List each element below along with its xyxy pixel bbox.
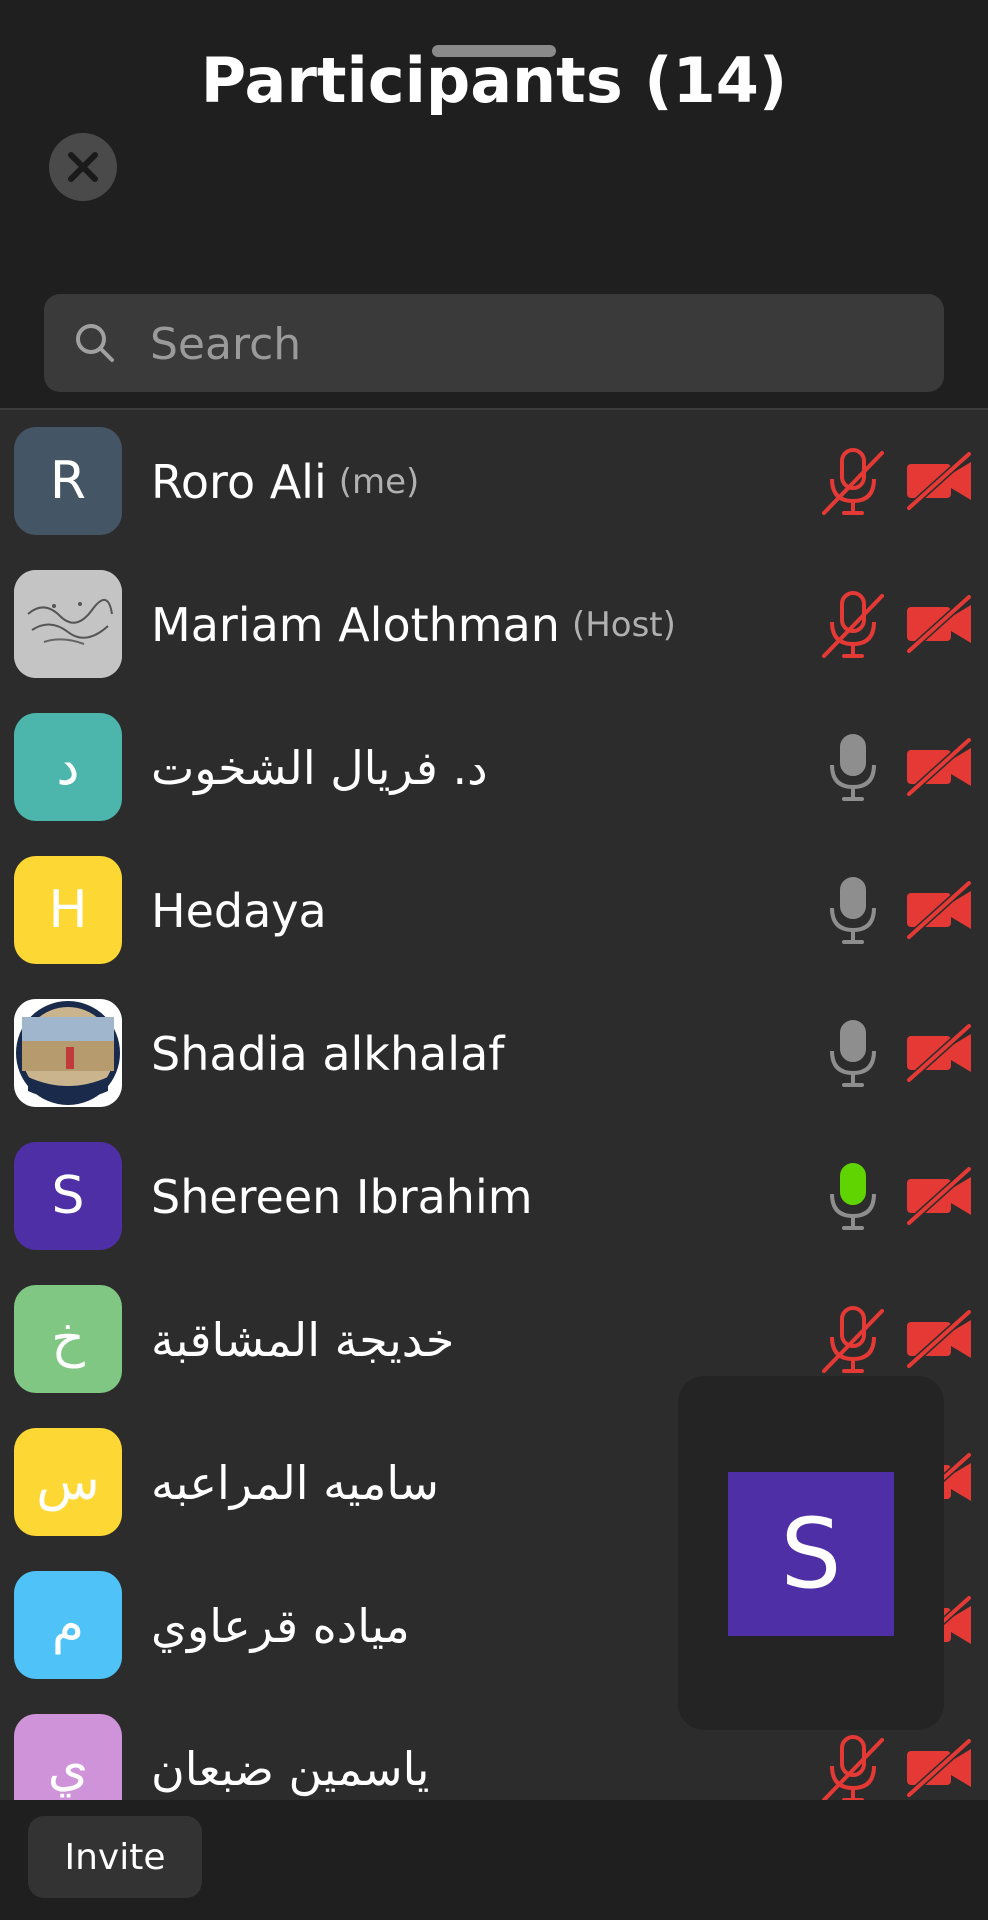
video-off-icon[interactable] (905, 736, 975, 798)
close-button[interactable] (49, 133, 117, 201)
video-off-icon[interactable] (905, 1737, 975, 1799)
participant-name: ساميه المراعبه (151, 1411, 439, 1554)
close-icon (68, 152, 98, 182)
participant-row[interactable]: H Hedaya (0, 839, 988, 982)
search-bar[interactable] (44, 294, 944, 394)
video-off-icon[interactable] (905, 1165, 975, 1227)
mic-off-icon[interactable] (820, 1734, 886, 1800)
avatar: H (14, 856, 122, 964)
participant-name: Hedaya (151, 839, 327, 982)
video-off-icon[interactable] (905, 593, 975, 655)
page-title: Participants (14) (200, 44, 788, 117)
participant-row[interactable]: د د. فريال الشخوت (0, 696, 988, 839)
participant-name: خديجة المشاقبة (151, 1268, 454, 1411)
participant-name: مياده قرعاوي (151, 1554, 410, 1697)
video-off-icon[interactable] (905, 450, 975, 512)
video-off-icon[interactable] (905, 1022, 975, 1084)
avatar: د (14, 713, 122, 821)
video-off-icon[interactable] (905, 879, 975, 941)
participant-name: د. فريال الشخوت (151, 696, 488, 839)
participant-name-text: Hedaya (151, 883, 327, 938)
participant-role-tag: (Host) (571, 604, 676, 645)
mic-icon[interactable] (820, 1019, 886, 1089)
participant-name-text: Shereen Ibrahim (151, 1169, 533, 1224)
participant-name: Shereen Ibrahim (151, 1125, 533, 1268)
participant-row[interactable]: Shadia alkhalaf (0, 982, 988, 1125)
participant-name-text: Shadia alkhalaf (151, 1026, 505, 1081)
avatar: س (14, 1428, 122, 1536)
participant-name-text: خديجة المشاقبة (151, 1312, 455, 1367)
participants-header: Participants (14) (0, 0, 988, 410)
avatar: م (14, 1571, 122, 1679)
participant-name: ياسمين ضبعان (151, 1697, 429, 1800)
participant-name-text: Roro Ali (151, 454, 327, 509)
avatar (14, 999, 122, 1107)
participant-name: Mariam Alothman (Host) (151, 553, 676, 696)
participant-name-text: ساميه المراعبه (151, 1455, 439, 1510)
mic-off-icon[interactable] (820, 447, 886, 517)
avatar: R (14, 427, 122, 535)
participant-name-text: د. فريال الشخوت (151, 740, 488, 795)
search-icon (76, 324, 114, 362)
mic-icon[interactable] (820, 733, 886, 803)
search-input[interactable] (148, 294, 922, 394)
video-off-icon[interactable] (905, 1308, 975, 1370)
participant-row[interactable]: R Roro Ali (me) (0, 410, 988, 553)
mic-icon[interactable] (820, 876, 886, 946)
avatar: S (14, 1142, 122, 1250)
participant-name-text: Mariam Alothman (151, 597, 560, 652)
participant-row[interactable]: S Shereen Ibrahim (0, 1125, 988, 1268)
mic-icon[interactable] (820, 1162, 886, 1232)
participant-name: Shadia alkhalaf (151, 982, 504, 1125)
avatar (14, 570, 122, 678)
participant-row[interactable]: Mariam Alothman (Host) (0, 553, 988, 696)
invite-button[interactable]: Invite (28, 1816, 202, 1898)
participant-name-text: مياده قرعاوي (151, 1598, 410, 1653)
avatar: خ (14, 1285, 122, 1393)
participant-name: Roro Ali (me) (151, 410, 419, 553)
avatar: ي (14, 1714, 122, 1800)
floating-video-preview[interactable]: S (678, 1376, 944, 1730)
floating-video-avatar: S (728, 1472, 894, 1636)
footer-bar: Invite (0, 1800, 988, 1920)
mic-off-icon[interactable] (820, 590, 886, 660)
mic-off-icon[interactable] (820, 1305, 886, 1375)
participant-name-text: ياسمين ضبعان (151, 1741, 430, 1796)
participant-role-tag: (me) (338, 461, 420, 502)
